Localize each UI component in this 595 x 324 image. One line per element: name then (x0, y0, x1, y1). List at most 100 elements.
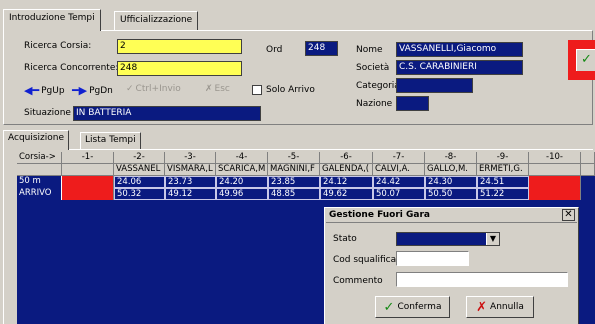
time-cell[interactable]: 50.32 (114, 188, 165, 200)
time-cell[interactable]: 48.85 (268, 188, 320, 200)
ricerca-corsia-label: Ricerca Corsia: (24, 41, 92, 51)
conferma-label: Conferma (397, 302, 442, 312)
lane-header: -7- (373, 152, 425, 164)
situazione-field: IN BATTERIA (73, 106, 261, 121)
time-cell[interactable]: 24.06 (114, 176, 165, 188)
solo-arrivo-label: Solo Arrivo (266, 85, 315, 95)
time-cell[interactable]: 24.51 (477, 176, 529, 188)
confirm-area: ✓ (568, 40, 595, 80)
athlete-name: GALENDA,( (320, 164, 373, 176)
athlete-name: CALVI,A. (373, 164, 425, 176)
stato-select[interactable]: ▼ (396, 232, 500, 246)
time-cell[interactable]: 51.22 (477, 188, 529, 200)
confirm-button[interactable]: ✓ (576, 49, 595, 71)
ctrl-invio-button[interactable]: ✓ Ctrl+Invio (126, 84, 181, 94)
x-icon: ✗ (476, 299, 488, 315)
esc-button[interactable]: ✗ Esc (205, 84, 230, 94)
time-cell-empty[interactable] (62, 176, 114, 188)
nazione-field (396, 96, 429, 111)
tab-label: Lista Tempi (85, 135, 136, 145)
athlete-name (62, 164, 114, 176)
time-cell[interactable]: 49.96 (216, 188, 268, 200)
athlete-name: MAGNINI,F (268, 164, 320, 176)
row-label-50m: 50 m (17, 176, 62, 188)
arrow-right-icon: ━▶ (72, 84, 88, 97)
tab-ufficializzazione[interactable]: Ufficializzazione (114, 11, 199, 30)
time-cell[interactable]: 50.50 (425, 188, 477, 200)
grid-corner: Corsia-> (17, 152, 62, 164)
time-cell-empty[interactable] (529, 176, 581, 188)
ricerca-corsia-input[interactable]: 2 (117, 39, 242, 54)
grid-corner-blank (17, 164, 62, 176)
chevron-down-icon[interactable]: ▼ (486, 233, 499, 245)
time-cell[interactable]: 49.62 (320, 188, 373, 200)
athlete-name: VASSANEL (114, 164, 165, 176)
solo-arrivo-checkbox[interactable] (252, 85, 262, 95)
check-icon: ✓ (581, 52, 592, 67)
lane-header-extra (581, 152, 595, 164)
pgup-button[interactable]: ◀━ PgUp (24, 84, 65, 97)
time-cell[interactable]: 24.20 (216, 176, 268, 188)
athlete-name-extra (581, 164, 595, 176)
ord-field: 248 (305, 41, 338, 56)
cod-squalifica-input[interactable] (396, 251, 469, 266)
athlete-name: VISMARA,L (165, 164, 216, 176)
ricerca-concorrente-input[interactable]: 248 (117, 61, 242, 76)
time-cell[interactable]: 50.07 (373, 188, 425, 200)
nazione-label: Nazione (356, 99, 393, 109)
tab-label: Introduzione Tempi (9, 13, 95, 23)
lane-header: -1- (62, 152, 114, 164)
time-cell[interactable]: 24.30 (425, 176, 477, 188)
lane-header: -8- (425, 152, 477, 164)
check-icon: ✓ (383, 299, 395, 315)
conferma-button[interactable]: ✓ Conferma (375, 296, 450, 318)
close-icon[interactable]: ✕ (562, 209, 575, 221)
lane-header: -6- (320, 152, 373, 164)
tab-label: Acquisizione (8, 133, 65, 143)
pgdn-label: PgDn (89, 85, 113, 96)
dialog-title-text: Gestione Fuori Gara (329, 210, 430, 220)
arrow-left-icon: ◀━ (24, 84, 40, 97)
commento-label: Commento (333, 276, 383, 286)
lane-header: -9- (477, 152, 529, 164)
categoria-label: Categoria (356, 81, 400, 91)
fuori-gara-dialog: Gestione Fuori Gara ✕ Stato ▼ Cod squali… (324, 207, 579, 324)
annulla-label: Annulla (490, 302, 524, 312)
nome-label: Nome (356, 45, 383, 55)
athlete-name (529, 164, 581, 176)
time-cell[interactable]: 24.12 (320, 176, 373, 188)
lane-header: -3- (165, 152, 216, 164)
annulla-button[interactable]: ✗ Annulla (466, 296, 534, 318)
cod-squalifica-label: Cod squalifica (333, 255, 397, 265)
time-cell-empty[interactable] (529, 188, 581, 200)
time-cell[interactable]: 23.73 (165, 176, 216, 188)
row-label-arrivo: ARRIVO (17, 188, 62, 200)
pgup-label: PgUp (41, 85, 65, 96)
situazione-label: Situazione (24, 108, 71, 118)
time-cell-empty[interactable] (62, 188, 114, 200)
commento-input[interactable] (396, 272, 568, 287)
stato-label: Stato (333, 234, 357, 244)
tab-label: Ufficializzazione (120, 15, 193, 25)
esc-label: Esc (214, 84, 230, 94)
lane-header: -2- (114, 152, 165, 164)
pgdn-button[interactable]: ━▶ PgDn (72, 84, 113, 97)
check-icon: ✓ (126, 84, 134, 94)
tab-lista-tempi[interactable]: Lista Tempi (80, 132, 141, 149)
societa-field: C.S. CARABINIERI (396, 60, 523, 75)
time-cell[interactable]: 49.12 (165, 188, 216, 200)
societa-label: Società (356, 63, 390, 73)
tab-acquisizione[interactable]: Acquisizione (3, 130, 70, 150)
time-cell[interactable]: 24.42 (373, 176, 425, 188)
dialog-title: Gestione Fuori Gara (326, 209, 577, 223)
ctrl-invio-label: Ctrl+Invio (135, 84, 181, 94)
ord-label: Ord (266, 45, 283, 55)
time-cell[interactable]: 23.85 (268, 176, 320, 188)
lane-header: -5- (268, 152, 320, 164)
athlete-name: SCARICA,M (216, 164, 268, 176)
nome-field: VASSANELLI,Giacomo (396, 42, 523, 57)
lane-header: -4- (216, 152, 268, 164)
x-icon: ✗ (205, 84, 213, 94)
tab-introduzione-tempi[interactable]: Introduzione Tempi (3, 9, 101, 31)
ricerca-concorrente-label: Ricerca Concorrente: (24, 63, 119, 73)
